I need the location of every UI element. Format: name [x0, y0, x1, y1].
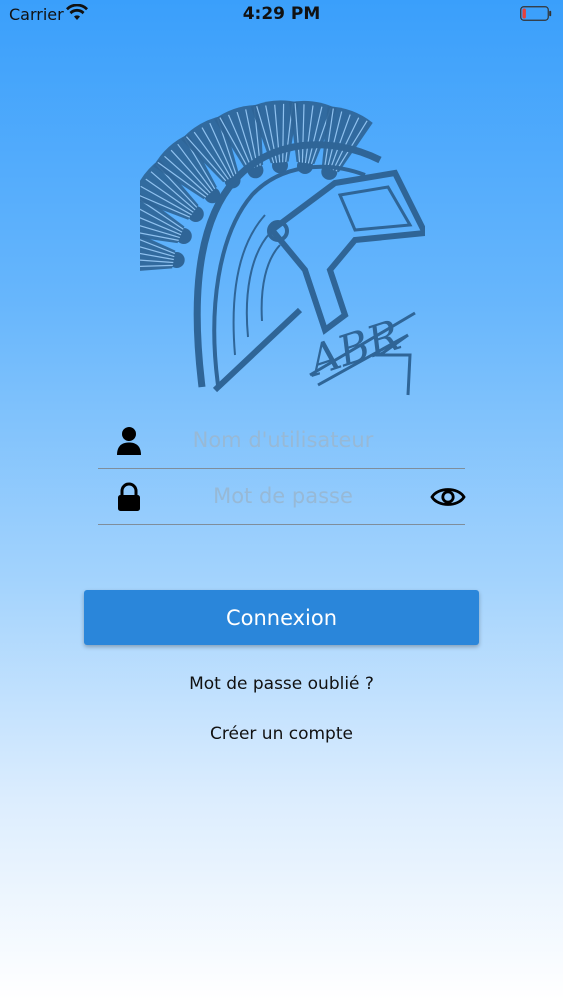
create-account-link[interactable]: Créer un compte	[0, 724, 563, 744]
password-input[interactable]	[158, 478, 408, 514]
username-field	[98, 412, 465, 469]
eye-icon[interactable]	[430, 483, 466, 511]
clock: 4:29 PM	[242, 4, 321, 24]
logo-text: ABR	[299, 310, 406, 387]
user-icon	[117, 427, 141, 455]
shuttlecock-crest	[140, 100, 373, 271]
password-field	[98, 468, 466, 525]
abr-spartan-logo: ABR	[140, 100, 425, 396]
username-input[interactable]	[158, 422, 408, 458]
status-bar: Carrier 4:29 PM	[0, 0, 563, 30]
lock-icon	[118, 482, 140, 511]
battery-icon	[520, 6, 552, 21]
login-button[interactable]: Connexion	[84, 590, 479, 645]
battery-level	[522, 8, 526, 19]
forgot-password-link[interactable]: Mot de passe oublié ?	[0, 674, 563, 694]
